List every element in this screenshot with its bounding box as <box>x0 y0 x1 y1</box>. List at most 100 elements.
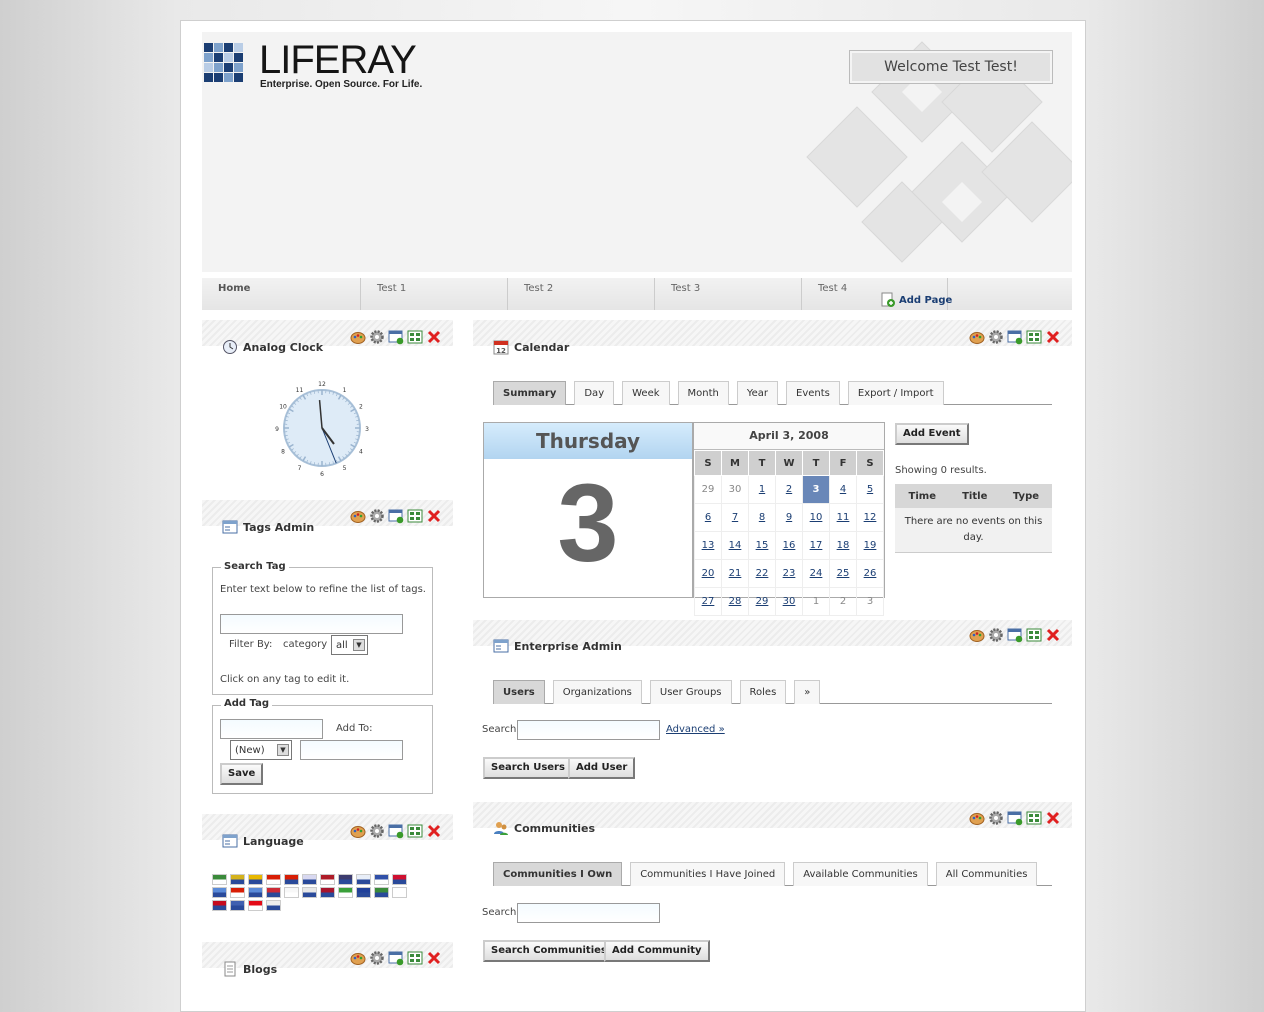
calendar-day[interactable]: 20 <box>695 560 722 588</box>
calendar-day-link[interactable]: 12 <box>864 512 877 523</box>
logo-text[interactable]: LIFERAY <box>259 40 416 80</box>
language-flag-icon[interactable] <box>356 874 371 885</box>
calendar-day-link[interactable]: 5 <box>867 484 873 495</box>
calendar-day[interactable]: 23 <box>776 560 803 588</box>
calendar-day[interactable]: 18 <box>830 532 857 560</box>
language-flag-icon[interactable] <box>284 887 299 898</box>
calendar-day-link[interactable]: 11 <box>837 512 850 523</box>
advanced-search-link[interactable]: Advanced » <box>666 724 725 735</box>
tab-available-communities[interactable]: Available Communities <box>793 862 928 886</box>
calendar-day-link[interactable]: 7 <box>732 512 738 523</box>
calendar-day-link[interactable]: 14 <box>729 540 742 551</box>
tab-roles[interactable]: Roles <box>740 680 787 704</box>
tab-organizations[interactable]: Organizations <box>553 680 642 704</box>
search-users-button[interactable]: Search Users <box>483 757 573 779</box>
calendar-day[interactable]: 9 <box>776 504 803 532</box>
tab-year[interactable]: Year <box>737 381 778 405</box>
calendar-day-link[interactable]: 21 <box>729 568 742 579</box>
gear-icon[interactable] <box>369 950 385 966</box>
calendar-day[interactable]: 17 <box>803 532 830 560</box>
calendar-day-link[interactable]: 15 <box>756 540 769 551</box>
gear-icon[interactable] <box>988 810 1004 826</box>
language-flag-icon[interactable] <box>320 887 335 898</box>
close-icon[interactable] <box>1045 810 1061 826</box>
language-flag-icon[interactable] <box>338 874 353 885</box>
calendar-day-link[interactable]: 18 <box>837 540 850 551</box>
calendar-day[interactable]: 13 <box>695 532 722 560</box>
close-icon[interactable] <box>1045 627 1061 643</box>
calendar-day[interactable]: 14 <box>722 532 749 560</box>
calendar-day-link[interactable]: 22 <box>756 568 769 579</box>
language-flag-icon[interactable] <box>230 874 245 885</box>
calendar-day-link[interactable]: 16 <box>783 540 796 551</box>
add-event-button[interactable]: Add Event <box>895 423 969 445</box>
tab-month[interactable]: Month <box>678 381 729 405</box>
calendar-day[interactable]: 8 <box>749 504 776 532</box>
calendar-day-link[interactable]: 29 <box>756 596 769 607</box>
calendar-day[interactable]: 28 <box>722 588 749 616</box>
calendar-day[interactable]: 24 <box>803 560 830 588</box>
minimize-icon[interactable] <box>1007 627 1023 643</box>
tab-communities-i-own[interactable]: Communities I Own <box>493 862 622 886</box>
gear-icon[interactable] <box>988 329 1004 345</box>
calendar-day[interactable]: 26 <box>857 560 884 588</box>
tab-more[interactable]: » <box>794 680 820 704</box>
close-icon[interactable] <box>1045 329 1061 345</box>
language-flag-icon[interactable] <box>302 887 317 898</box>
look-and-feel-icon[interactable] <box>350 823 366 839</box>
nav-item-home[interactable]: Home <box>202 278 361 310</box>
calendar-day-link[interactable]: 23 <box>783 568 796 579</box>
nav-item-test-2[interactable]: Test 2 <box>508 278 655 310</box>
close-icon[interactable] <box>426 950 442 966</box>
calendar-day[interactable]: 1 <box>749 476 776 504</box>
calendar-day-link[interactable]: 20 <box>702 568 715 579</box>
language-flag-icon[interactable] <box>230 900 245 911</box>
gear-icon[interactable] <box>369 329 385 345</box>
calendar-day[interactable]: 25 <box>830 560 857 588</box>
calendar-day[interactable]: 29 <box>749 588 776 616</box>
minimize-icon[interactable] <box>1007 810 1023 826</box>
language-flag-icon[interactable] <box>320 874 335 885</box>
calendar-day-link[interactable]: 4 <box>840 484 846 495</box>
maximize-icon[interactable] <box>407 950 423 966</box>
calendar-day[interactable]: 5 <box>857 476 884 504</box>
community-search-input[interactable] <box>517 903 660 923</box>
look-and-feel-icon[interactable] <box>969 627 985 643</box>
calendar-day-link[interactable]: 28 <box>729 596 742 607</box>
minimize-icon[interactable] <box>388 823 404 839</box>
calendar-day[interactable]: 22 <box>749 560 776 588</box>
calendar-day[interactable]: 2 <box>776 476 803 504</box>
look-and-feel-icon[interactable] <box>969 810 985 826</box>
language-flag-icon[interactable] <box>392 874 407 885</box>
calendar-day-link[interactable]: 19 <box>864 540 877 551</box>
tab-user-groups[interactable]: User Groups <box>650 680 732 704</box>
calendar-day-link[interactable]: 10 <box>810 512 823 523</box>
calendar-day-link[interactable]: 2 <box>786 484 792 495</box>
language-flag-icon[interactable] <box>248 874 263 885</box>
calendar-day-link[interactable]: 17 <box>810 540 823 551</box>
minimize-icon[interactable] <box>388 950 404 966</box>
language-flag-icon[interactable] <box>230 887 245 898</box>
nav-item-test-3[interactable]: Test 3 <box>655 278 802 310</box>
tab-summary[interactable]: Summary <box>493 381 566 405</box>
tab-all-communities[interactable]: All Communities <box>936 862 1038 886</box>
calendar-day-link[interactable]: 27 <box>702 596 715 607</box>
tab-week[interactable]: Week <box>622 381 669 405</box>
calendar-day[interactable]: 19 <box>857 532 884 560</box>
calendar-day-link[interactable]: 8 <box>759 512 765 523</box>
language-flag-icon[interactable] <box>266 900 281 911</box>
calendar-day-link[interactable]: 30 <box>783 596 796 607</box>
tab-day[interactable]: Day <box>574 381 614 405</box>
language-flag-icon[interactable] <box>212 874 227 885</box>
calendar-day[interactable]: 7 <box>722 504 749 532</box>
language-flag-icon[interactable] <box>356 887 371 898</box>
language-flag-icon[interactable] <box>302 874 317 885</box>
close-icon[interactable] <box>426 329 442 345</box>
calendar-day[interactable]: 16 <box>776 532 803 560</box>
tab-users[interactable]: Users <box>493 680 545 704</box>
language-flag-icon[interactable] <box>212 887 227 898</box>
tab-events[interactable]: Events <box>786 381 840 405</box>
calendar-day[interactable]: 15 <box>749 532 776 560</box>
minimize-icon[interactable] <box>388 508 404 524</box>
calendar-day-link[interactable]: 1 <box>759 484 765 495</box>
